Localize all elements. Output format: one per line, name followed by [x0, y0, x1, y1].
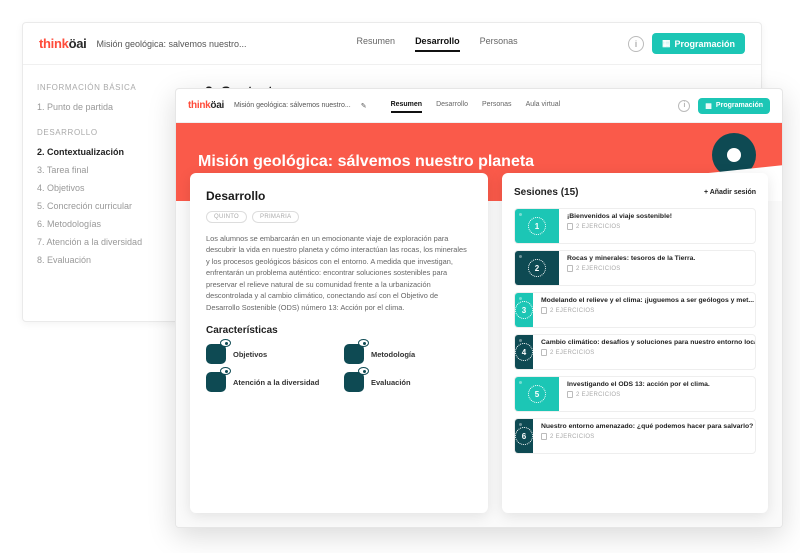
sidebar: INFORMACIÓN BÁSICA 1. Punto de partida D…	[23, 65, 183, 299]
session-row[interactable]: 4 Cambio climático: desafíos y soluciones…	[514, 334, 756, 370]
session-meta: 2 EJERCICIOS	[567, 265, 747, 272]
session-meta: 2 EJERCICIOS	[541, 433, 753, 440]
front-topbar: thinköai Misión geológica: sálvemos nues…	[176, 89, 782, 123]
add-session-button[interactable]: + Añadir sesión	[704, 189, 756, 196]
session-row[interactable]: 1 ¡Bienvenidos al viaje sostenible! 2 EJER…	[514, 208, 756, 244]
session-text: Investigando el ODS 13: acción por el cl…	[559, 377, 755, 411]
session-number-icon: 1	[515, 209, 559, 243]
document-icon	[567, 391, 573, 398]
sidebar-item-1[interactable]: 1. Punto de partida	[37, 102, 169, 112]
tab-resumen[interactable]: Resumen	[357, 36, 396, 52]
session-title: Investigando el ODS 13: acción por el cl…	[567, 381, 747, 389]
target-icon	[206, 344, 226, 364]
back-tabs: Resumen Desarrollo Personas	[357, 36, 518, 52]
tab-resumen[interactable]: Resumen	[391, 98, 423, 113]
sidebar-item-7[interactable]: 7. Atención a la diversidad	[37, 237, 169, 247]
tab-desarrollo[interactable]: Desarrollo	[436, 98, 468, 113]
session-text: Cambio climático: desafíos y soluciones …	[533, 335, 756, 369]
sidebar-item-6[interactable]: 6. Metodologías	[37, 219, 169, 229]
session-title: ¡Bienvenidos al viaje sostenible!	[567, 213, 747, 221]
tab-personas[interactable]: Personas	[482, 98, 512, 113]
eye-icon	[358, 339, 369, 347]
sidebar-section-desarrollo: DESARROLLO	[37, 128, 169, 137]
logo: thinköai	[188, 100, 224, 111]
session-meta: 2 EJERCICIOS	[541, 307, 754, 314]
session-title: Nuestro entorno amenazado: ¿qué podemos …	[541, 423, 753, 431]
session-number-icon: 3	[515, 293, 533, 327]
breadcrumb: Misión geológica: salvemos nuestro...	[96, 39, 246, 49]
tag-quinto: QUINTO	[206, 211, 247, 223]
sidebar-item-4[interactable]: 4. Objetivos	[37, 183, 169, 193]
page-title: Misión geológica: sálvemos nuestro plane…	[198, 153, 534, 171]
session-number-icon: 4	[515, 335, 533, 369]
document-icon	[541, 349, 547, 356]
feature-evaluacion[interactable]: Evaluación	[344, 372, 472, 392]
card-desarrollo: Desarrollo QUINTO PRIMARIA Los alumnos s…	[190, 173, 488, 513]
method-icon	[344, 344, 364, 364]
sidebar-section-info: INFORMACIÓN BÁSICA	[37, 83, 169, 92]
document-icon	[541, 433, 547, 440]
tab-desarrollo[interactable]: Desarrollo	[415, 36, 460, 52]
document-icon	[567, 223, 573, 230]
tab-aula[interactable]: Aula virtual	[526, 98, 561, 113]
feature-diversidad[interactable]: Atención a la diversidad	[206, 372, 334, 392]
sidebar-item-5[interactable]: 5. Concreción curricular	[37, 201, 169, 211]
sidebar-item-3[interactable]: 3. Tarea final	[37, 165, 169, 175]
info-icon[interactable]: i	[678, 100, 690, 112]
tag-primaria: PRIMARIA	[252, 211, 299, 223]
session-meta: 2 EJERCICIOS	[567, 223, 747, 230]
feature-objetivos[interactable]: Objetivos	[206, 344, 334, 364]
info-icon[interactable]: i	[628, 36, 644, 52]
session-title: Rocas y minerales: tesoros de la Tierra.	[567, 255, 747, 263]
programacion-button[interactable]: ▦ Programación	[652, 33, 745, 54]
breadcrumb: Misión geológica: sálvemos nuestro...	[234, 102, 351, 109]
session-row[interactable]: 5 Investigando el ODS 13: acción por el c…	[514, 376, 756, 412]
programacion-button[interactable]: ▦ Programación	[698, 98, 770, 114]
session-text: Nuestro entorno amenazado: ¿qué podemos …	[533, 419, 756, 453]
session-text: Modelando el relieve y el clima: ¡juguem…	[533, 293, 756, 327]
tab-personas[interactable]: Personas	[480, 36, 518, 52]
session-row[interactable]: 3 Modelando el relieve y el clima: ¡jugue…	[514, 292, 756, 328]
subheading-caracteristicas: Características	[206, 325, 472, 336]
session-meta: 2 EJERCICIOS	[541, 349, 756, 356]
session-number-icon: 5	[515, 377, 559, 411]
eye-icon	[220, 339, 231, 347]
tags: QUINTO PRIMARIA	[206, 211, 472, 223]
session-row[interactable]: 2Rocas y minerales: tesoros de la Tierra…	[514, 250, 756, 286]
evaluation-icon	[344, 372, 364, 392]
edit-icon[interactable]: ✎	[361, 102, 367, 110]
feature-metodologia[interactable]: Metodología	[344, 344, 472, 364]
session-title: Modelando el relieve y el clima: ¡juguem…	[541, 297, 754, 305]
sidebar-item-8[interactable]: 8. Evaluación	[37, 255, 169, 265]
description: Los alumnos se embarcarán en un emociona…	[206, 233, 472, 313]
session-number-icon: 2	[515, 251, 559, 285]
session-row[interactable]: 6 Nuestro entorno amenazado: ¿qué podemos…	[514, 418, 756, 454]
session-meta: 2 EJERCICIOS	[567, 391, 747, 398]
back-topbar: thinköai Misión geológica: salvemos nues…	[23, 23, 761, 65]
sessions-heading: Sesiones (15)	[514, 187, 578, 198]
session-number-icon: 6	[515, 419, 533, 453]
card-heading: Desarrollo	[206, 189, 472, 203]
front-window: thinköai Misión geológica: sálvemos nues…	[175, 88, 783, 528]
session-title: Cambio climático: desafíos y soluciones …	[541, 339, 756, 347]
session-text: Rocas y minerales: tesoros de la Tierra.…	[559, 251, 755, 285]
eye-icon	[220, 367, 231, 375]
document-icon	[541, 307, 547, 314]
logo: thinköai	[39, 36, 86, 51]
sidebar-item-2[interactable]: 2. Contextualización	[37, 147, 169, 157]
document-icon	[567, 265, 573, 272]
card-sesiones: Sesiones (15) + Añadir sesión 1¡Bienveni…	[502, 173, 768, 513]
diversity-icon	[206, 372, 226, 392]
session-text: ¡Bienvenidos al viaje sostenible! 2 EJERC…	[559, 209, 755, 243]
eye-icon	[358, 367, 369, 375]
front-tabs: Resumen Desarrollo Personas Aula virtual	[391, 98, 561, 113]
session-list: 1 ¡Bienvenidos al viaje sostenible! 2 EJER…	[514, 208, 756, 454]
